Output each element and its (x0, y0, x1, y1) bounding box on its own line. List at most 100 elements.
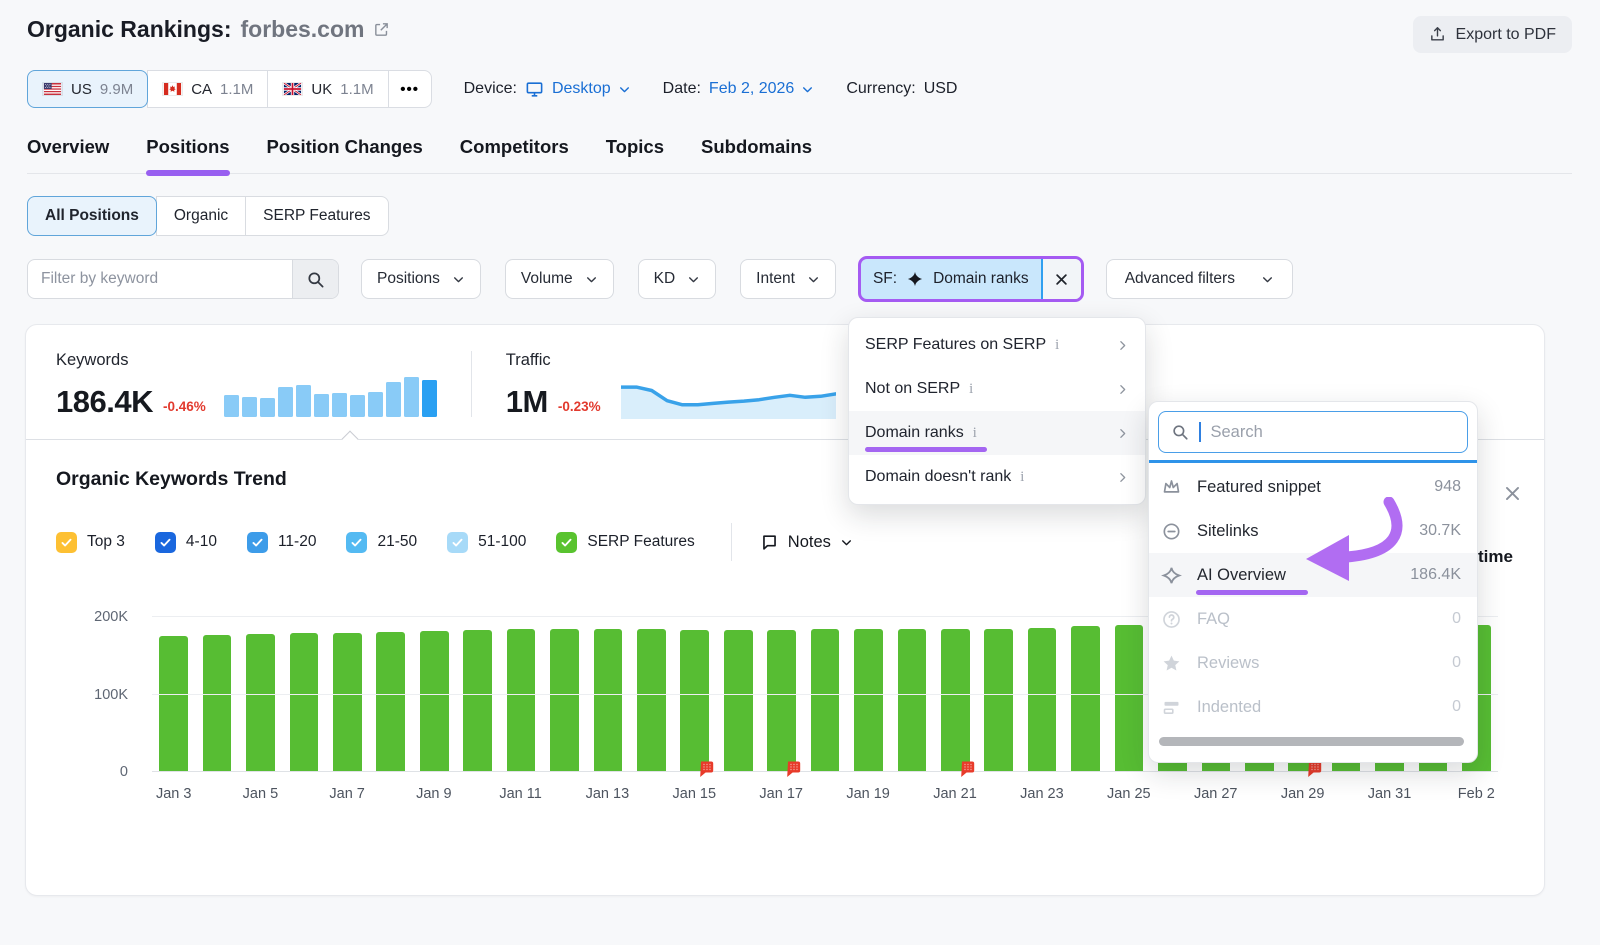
advanced-filters-button[interactable]: Advanced filters (1106, 259, 1293, 299)
legend-item-21-50[interactable]: 21-50 (346, 532, 417, 553)
nav-tab-overview[interactable]: Overview (27, 136, 109, 173)
x-axis-label: Jan 9 (412, 786, 455, 802)
chart-bar[interactable] (594, 629, 623, 772)
submenu-scrollbar[interactable] (1159, 737, 1464, 746)
info-icon: i (1020, 469, 1024, 486)
chart-bar[interactable] (898, 629, 927, 772)
notes-button[interactable]: Notes (760, 533, 853, 552)
bar-slot-jan-9 (413, 617, 456, 772)
intent-filter-dropdown[interactable]: Intent (740, 259, 836, 299)
date-label: Date: (663, 80, 701, 98)
sf-feature-item-sitelinks[interactable]: Sitelinks30.7K (1149, 509, 1477, 553)
chart-bar[interactable] (984, 629, 1013, 772)
chart-bar[interactable] (463, 630, 492, 772)
sf-feature-item-ai-overview[interactable]: AI Overview186.4K (1149, 553, 1477, 597)
pos-tab-serp-features[interactable]: SERP Features (245, 196, 388, 236)
traffic-stat[interactable]: Traffic 1M -0.23% (506, 351, 836, 417)
positions-filter-dropdown[interactable]: Positions (361, 259, 481, 299)
x-axis-label (369, 786, 412, 802)
chart-bar[interactable] (680, 630, 709, 772)
checkbox-11-20[interactable] (247, 532, 268, 553)
keyword-search-button[interactable] (292, 260, 338, 298)
volume-filter-dropdown[interactable]: Volume (505, 259, 614, 299)
checkbox-serp-features[interactable] (556, 532, 577, 553)
chart-bar[interactable] (246, 634, 275, 772)
chart-bar[interactable] (507, 629, 536, 772)
note-flag-marker[interactable] (697, 760, 715, 778)
checkbox-top-3[interactable] (56, 532, 77, 553)
more-countries-button[interactable]: ••• (388, 70, 432, 108)
chart-bar[interactable] (376, 632, 405, 772)
device-selector[interactable]: Desktop (552, 80, 631, 98)
note-flag-marker[interactable] (784, 760, 802, 778)
export-pdf-button[interactable]: Export to PDF (1413, 16, 1572, 53)
x-axis-label (542, 786, 585, 802)
bar-slot-jan-22 (977, 617, 1020, 772)
submenu-search-input[interactable] (1211, 423, 1456, 442)
chart-bar[interactable] (1115, 625, 1144, 772)
chart-bar[interactable] (724, 630, 753, 772)
keywords-stat[interactable]: Keywords 186.4K -0.46% (56, 351, 437, 417)
chart-bar[interactable] (420, 631, 449, 772)
checkbox-4-10[interactable] (155, 532, 176, 553)
chart-bar[interactable] (1028, 628, 1057, 772)
bar-slot-jan-25 (1107, 617, 1150, 772)
sparkline-bar (368, 392, 383, 417)
chart-x-axis-labels: Jan 3Jan 5Jan 7Jan 9Jan 11Jan 13Jan 15Ja… (152, 786, 1498, 802)
nav-tab-subdomains[interactable]: Subdomains (701, 136, 812, 173)
sf-feature-item-featured-snippet[interactable]: Featured snippet948 (1149, 465, 1477, 509)
sf-menu-item-serp-features-on-serp[interactable]: SERP Features on SERPi (849, 323, 1145, 367)
search-focus-underline (1149, 460, 1477, 463)
legend-item-serp-features[interactable]: SERP Features (556, 532, 694, 553)
nav-tab-topics[interactable]: Topics (606, 136, 664, 173)
sf-chip-remove-button[interactable] (1041, 259, 1081, 299)
chart-bar[interactable] (811, 629, 840, 772)
chart-bar[interactable] (767, 630, 796, 772)
keyword-filter-input[interactable] (28, 260, 292, 298)
chart-bar[interactable] (333, 633, 362, 773)
date-selector[interactable]: Feb 2, 2026 (709, 80, 814, 98)
note-flag-marker[interactable] (958, 760, 976, 778)
sf-feature-item-indented: Indented0 (1149, 685, 1477, 729)
x-axis-label: Jan 15 (673, 786, 717, 802)
sf-filter-chip[interactable]: SF: Domain ranks (858, 256, 1084, 302)
country-tab-us[interactable]: US9.9M (27, 70, 148, 108)
checkbox-21-50[interactable] (346, 532, 367, 553)
checkbox-51-100[interactable] (447, 532, 468, 553)
sf-menu-item-domain-ranks[interactable]: Domain ranks i (849, 411, 1145, 455)
bar-slot-jan-14 (630, 617, 673, 772)
chart-bar[interactable] (637, 629, 666, 772)
feature-count: 948 (1434, 478, 1461, 496)
chart-bar[interactable] (854, 629, 883, 772)
menu-item-label: Domain ranks (865, 424, 964, 442)
legend-item-11-20[interactable]: 11-20 (247, 532, 317, 553)
x-axis-label: Jan 5 (239, 786, 282, 802)
info-icon: i (973, 425, 977, 442)
chart-bar[interactable] (941, 629, 970, 772)
us-flag-icon (42, 82, 63, 96)
sparkline-bar (296, 385, 311, 417)
nav-tab-position-changes[interactable]: Position Changes (267, 136, 423, 173)
country-tab-ca[interactable]: CA1.1M (147, 70, 268, 108)
nav-tab-positions[interactable]: Positions (146, 136, 229, 173)
pos-tab-organic[interactable]: Organic (156, 196, 246, 236)
chart-bar[interactable] (550, 629, 579, 772)
chart-bar[interactable] (203, 635, 232, 772)
country-tab-uk[interactable]: UK1.1M (267, 70, 388, 108)
close-icon[interactable] (1503, 484, 1522, 503)
pos-tab-all-positions[interactable]: All Positions (27, 196, 157, 236)
legend-item-4-10[interactable]: 4-10 (155, 532, 217, 553)
chart-bar[interactable] (290, 633, 319, 772)
chart-bar[interactable] (1071, 626, 1100, 772)
legend-item-top-3[interactable]: Top 3 (56, 532, 125, 553)
legend-label: SERP Features (587, 533, 694, 551)
chevron-down-icon (801, 83, 814, 96)
external-link-icon[interactable] (373, 21, 390, 38)
kd-filter-dropdown[interactable]: KD (638, 259, 717, 299)
sf-menu-item-not-on-serp[interactable]: Not on SERPi (849, 367, 1145, 411)
chart-bar[interactable] (159, 636, 188, 772)
sf-menu-item-domain-doesn-t-rank[interactable]: Domain doesn't ranki (849, 455, 1145, 499)
nav-tab-competitors[interactable]: Competitors (460, 136, 569, 173)
keywords-sparkline (224, 377, 437, 417)
legend-item-51-100[interactable]: 51-100 (447, 532, 526, 553)
